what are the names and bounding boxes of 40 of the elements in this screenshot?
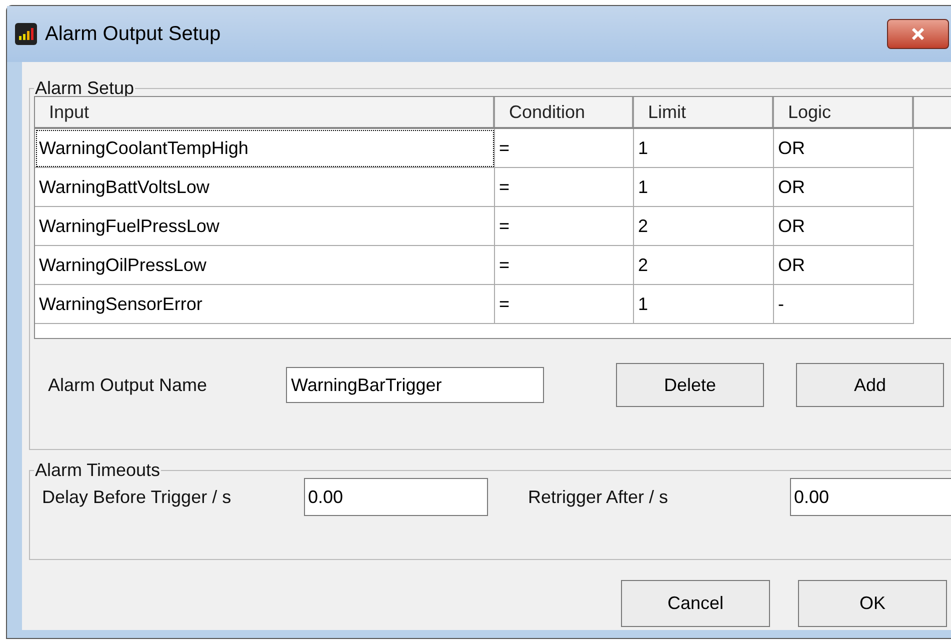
group-title: Alarm Timeouts (34, 462, 162, 478)
table-cell[interactable]: - (774, 285, 914, 324)
table-cell[interactable]: WarningCoolantTempHigh (35, 129, 495, 168)
table-cell[interactable]: WarningFuelPressLow (35, 207, 495, 246)
table-cell[interactable]: = (495, 168, 634, 207)
field-label: Delay Before Trigger / s (42, 486, 232, 509)
field-label: Alarm Output Name (48, 374, 208, 397)
field-label: Retrigger After / s (528, 486, 670, 509)
column-header[interactable]: Limit (634, 97, 774, 127)
table-cell[interactable]: OR (774, 207, 914, 246)
table-cell[interactable]: 1 (634, 285, 774, 324)
table-cell[interactable]: = (495, 285, 634, 324)
table-cell[interactable]: = (495, 246, 634, 285)
table-cell[interactable]: 1 (634, 129, 774, 168)
window-title: Alarm Output Setup (45, 22, 221, 47)
table-cell[interactable]: WarningOilPressLow (35, 246, 495, 285)
column-header[interactable]: Logic (774, 97, 914, 127)
name-input[interactable]: WarningBarTrigger (286, 367, 544, 403)
cancel-button[interactable]: Cancel (621, 580, 770, 627)
table-cell[interactable]: 1 (634, 168, 774, 207)
table-cell[interactable]: WarningBattVoltsLow (35, 168, 495, 207)
column-header[interactable]: Input (35, 97, 495, 127)
ok-button[interactable]: OK (798, 580, 947, 627)
table-cell[interactable]: OR (774, 246, 914, 285)
add-button[interactable]: Add (796, 363, 944, 407)
table-cell[interactable]: WarningSensorError (35, 285, 495, 324)
table-cell[interactable]: OR (774, 129, 914, 168)
close-icon (910, 28, 926, 40)
close-button[interactable] (887, 19, 949, 49)
table-cell[interactable]: = (495, 129, 634, 168)
timeout-input[interactable]: 0.00 (304, 478, 488, 516)
column-header[interactable]: Condition (495, 97, 634, 127)
table-cell[interactable]: 2 (634, 246, 774, 285)
table-cell[interactable]: 2 (634, 207, 774, 246)
signal-bars-icon (15, 23, 37, 45)
table-cell[interactable]: = (495, 207, 634, 246)
table-cell[interactable]: OR (774, 168, 914, 207)
delete-button[interactable]: Delete (616, 363, 764, 407)
group-title: Alarm Setup (34, 80, 136, 96)
timeout-input[interactable]: 0.00 (790, 478, 951, 516)
